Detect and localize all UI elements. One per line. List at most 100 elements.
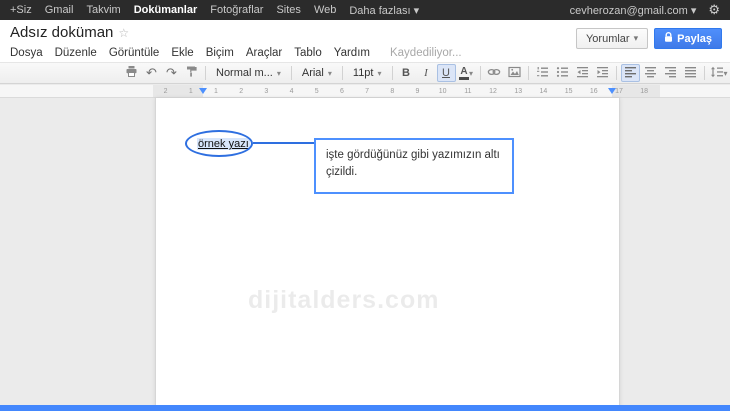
ruler-number: 15: [556, 85, 581, 98]
topbar-links: +Siz Gmail Takvim Dokümanlar Fotoğraflar…: [10, 4, 419, 17]
align-center-button[interactable]: [641, 64, 660, 82]
left-margin-marker[interactable]: [199, 88, 207, 94]
google-docs-window: +Siz Gmail Takvim Dokümanlar Fotoğraflar…: [0, 0, 730, 411]
ruler-number: 10: [430, 85, 455, 98]
text-color-icon: A: [459, 67, 469, 80]
undo-button[interactable]: ↶: [142, 64, 161, 82]
ruler-number: 12: [480, 85, 505, 98]
line-spacing-button[interactable]: ▾: [709, 64, 729, 82]
menu-duzenle[interactable]: Düzenle: [55, 47, 97, 59]
annotation-connector-line: [253, 142, 314, 144]
ruler-number: 9: [405, 85, 430, 98]
font-dropdown[interactable]: Arial▾: [296, 64, 338, 82]
topbar-link-plus-siz[interactable]: +Siz: [10, 4, 32, 16]
share-button[interactable]: Paylaş: [654, 28, 722, 49]
ruler-number: 14: [531, 85, 556, 98]
image-icon: [508, 66, 521, 81]
print-button[interactable]: [122, 64, 141, 82]
ruler-number: 11: [455, 85, 480, 98]
menu-araclar[interactable]: Araçlar: [246, 47, 282, 59]
topbar-link-sites[interactable]: Sites: [276, 4, 300, 16]
document-page[interactable]: örnek yazı işte gördüğünüz gibi yazımızı…: [155, 98, 620, 411]
right-margin-marker[interactable]: [608, 88, 616, 94]
doc-header: Adsız doküman ☆ Dosya Düzenle Görüntüle …: [0, 20, 730, 62]
indent-icon: [596, 66, 609, 81]
font-size-dropdown[interactable]: 11pt▾: [347, 64, 388, 82]
caret-down-icon: ▾: [377, 69, 381, 78]
numbered-list-button[interactable]: [533, 64, 552, 82]
redo-icon: ↷: [166, 67, 177, 79]
bulleted-list-icon: [556, 66, 569, 81]
document-canvas: örnek yazı işte gördüğünüz gibi yazımızı…: [0, 98, 730, 411]
topbar-account-area: cevherozan@gmail.com ▾ ⚙: [570, 2, 720, 18]
insert-image-button[interactable]: [505, 64, 524, 82]
annotation-callout: işte gördüğünüz gibi yazımızın altı çizi…: [314, 138, 514, 194]
paint-format-button[interactable]: [182, 64, 201, 82]
toolbar-separator: [291, 66, 292, 80]
ruler-number: 3: [254, 85, 279, 98]
ruler-number: 18: [632, 85, 657, 98]
topbar-link-fotograflar[interactable]: Fotoğraflar: [210, 4, 263, 16]
menubar: Dosya Düzenle Görüntüle Ekle Biçim Araçl…: [10, 47, 462, 59]
menu-tablo[interactable]: Tablo: [294, 47, 322, 59]
align-right-icon: [664, 66, 677, 81]
gear-icon[interactable]: ⚙: [708, 2, 720, 18]
star-icon[interactable]: ☆: [118, 26, 129, 40]
justify-button[interactable]: [681, 64, 700, 82]
doc-title[interactable]: Adsız doküman: [10, 24, 113, 41]
italic-button[interactable]: I: [417, 64, 436, 82]
toolbar-separator: [528, 66, 529, 80]
topbar-link-dokumanlar[interactable]: Dokümanlar: [134, 4, 198, 16]
bottom-blue-bar: [0, 405, 730, 411]
ruler-number: 6: [329, 85, 354, 98]
indent-button[interactable]: [593, 64, 612, 82]
caret-down-icon: ▾: [328, 69, 332, 78]
topbar-link-more[interactable]: Daha fazlası ▾: [349, 4, 419, 17]
topbar-link-takvim[interactable]: Takvim: [86, 4, 120, 16]
align-left-button[interactable]: [621, 64, 640, 82]
align-right-button[interactable]: [661, 64, 680, 82]
ruler-number: 13: [506, 85, 531, 98]
menu-ekle[interactable]: Ekle: [171, 47, 193, 59]
bold-button[interactable]: B: [397, 64, 416, 82]
account-menu[interactable]: cevherozan@gmail.com ▾: [570, 4, 697, 17]
menu-goruntule[interactable]: Görüntüle: [109, 47, 160, 59]
print-icon: [125, 65, 138, 81]
undo-icon: ↶: [146, 67, 157, 79]
link-icon: [487, 66, 501, 81]
caret-down-icon: ▾: [414, 5, 420, 17]
styles-dropdown[interactable]: Normal m...▾: [210, 64, 287, 82]
toolbar-separator: [342, 66, 343, 80]
paint-roller-icon: [185, 65, 198, 81]
ruler[interactable]: 21123456789101112131415161718: [0, 85, 730, 98]
caret-down-icon: ▾: [691, 5, 697, 17]
menu-bicim[interactable]: Biçim: [206, 47, 234, 59]
redo-button[interactable]: ↷: [162, 64, 181, 82]
topbar-link-web[interactable]: Web: [314, 4, 336, 16]
caret-down-icon: ▾: [634, 33, 639, 44]
google-topbar: +Siz Gmail Takvim Dokümanlar Fotoğraflar…: [0, 0, 730, 20]
watermark-text: dijitalders.com: [248, 286, 439, 315]
ruler-number: 1: [203, 85, 228, 98]
line-spacing-icon: [710, 66, 724, 81]
ruler-number: 8: [380, 85, 405, 98]
header-buttons: Yorumlar ▾ Paylaş: [576, 28, 722, 49]
ruler-number: 7: [355, 85, 380, 98]
text-color-button[interactable]: A ▾: [457, 64, 476, 82]
ruler-numbers: 21123456789101112131415161718: [153, 85, 657, 98]
underline-button[interactable]: U: [437, 64, 456, 82]
ruler-number: 2: [153, 85, 178, 98]
toolbar-separator: [480, 66, 481, 80]
menu-yardim[interactable]: Yardım: [334, 47, 370, 59]
menu-dosya[interactable]: Dosya: [10, 47, 43, 59]
comments-button[interactable]: Yorumlar ▾: [576, 28, 648, 49]
lock-icon: [664, 32, 673, 46]
outdent-button[interactable]: [573, 64, 592, 82]
ruler-number: 5: [304, 85, 329, 98]
caret-down-icon: ▾: [724, 69, 728, 78]
bulleted-list-button[interactable]: [553, 64, 572, 82]
annotation-ellipse: [185, 130, 253, 157]
topbar-link-gmail[interactable]: Gmail: [45, 4, 74, 16]
align-center-icon: [644, 66, 657, 81]
insert-link-button[interactable]: [485, 64, 504, 82]
